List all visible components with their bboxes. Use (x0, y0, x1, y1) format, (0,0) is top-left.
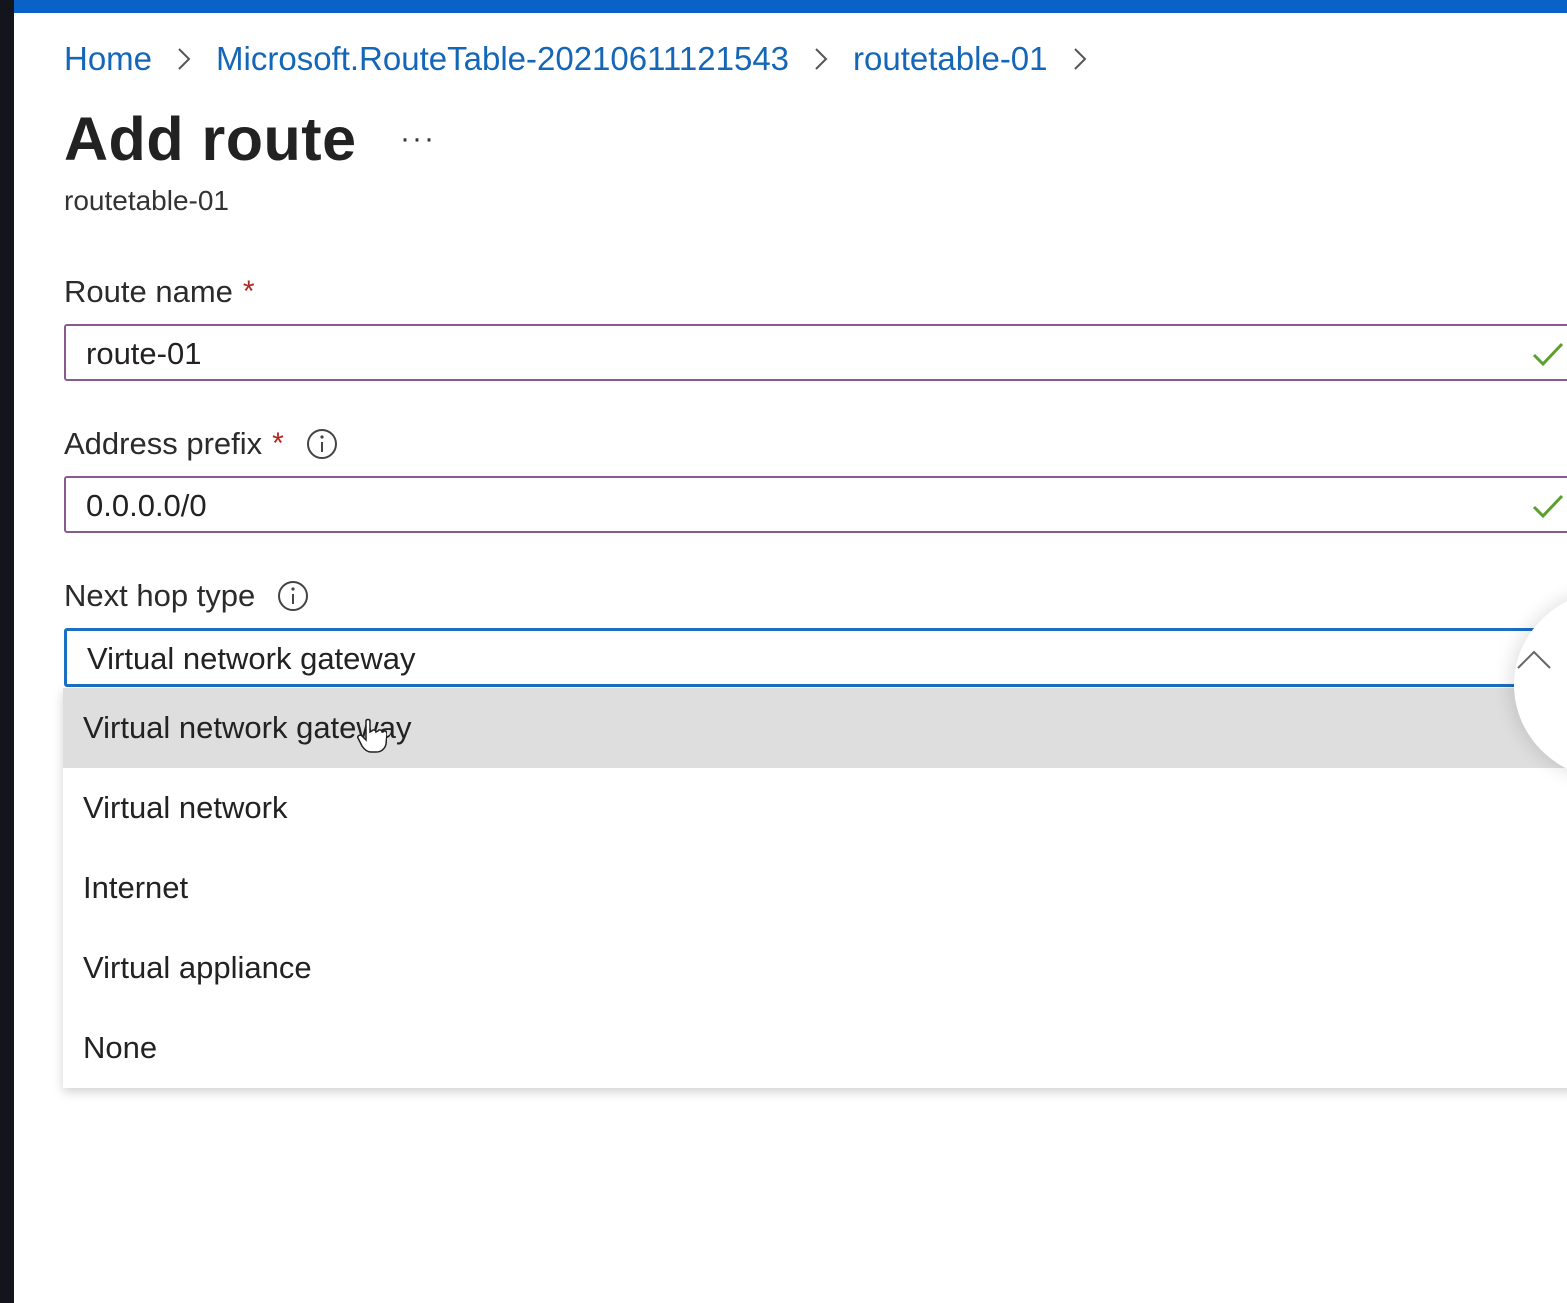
info-icon[interactable] (277, 580, 309, 612)
next-hop-type-select[interactable]: Virtual network gateway (64, 628, 1567, 687)
chevron-right-icon (803, 41, 839, 77)
breadcrumb-home[interactable]: Home (64, 40, 152, 78)
route-name-label: Route name * (64, 274, 255, 310)
page-subtitle: routetable-01 (64, 185, 230, 216)
chevron-up-icon[interactable] (1514, 644, 1554, 674)
route-name-label-text: Route name (64, 274, 233, 309)
next-hop-type-selected-value: Virtual network gateway (87, 641, 416, 676)
address-prefix-label: Address prefix * (64, 426, 338, 462)
address-prefix-label-text: Address prefix (64, 426, 263, 461)
left-window-edge (0, 0, 14, 1303)
required-mark: * (272, 427, 284, 460)
chevron-right-icon (166, 41, 202, 77)
portal-top-bar (14, 0, 1567, 13)
address-prefix-input[interactable]: 0.0.0.0/0 (64, 476, 1567, 533)
address-prefix-value: 0.0.0.0/0 (86, 488, 207, 523)
info-icon[interactable] (306, 428, 338, 460)
required-mark: * (242, 275, 255, 308)
next-hop-type-label: Next hop type (64, 578, 309, 614)
breadcrumb-resource-group[interactable]: Microsoft.RouteTable-20210611121543 (216, 40, 789, 78)
option-virtual-network-gateway[interactable]: Virtual network gateway (63, 688, 1567, 768)
option-none[interactable]: None (63, 1008, 1567, 1088)
route-name-input[interactable]: route-01 (64, 324, 1567, 381)
page-title: Add route (64, 105, 357, 173)
check-icon (1532, 342, 1564, 367)
breadcrumb-route-table[interactable]: routetable-01 (853, 40, 1047, 78)
option-virtual-appliance[interactable]: Virtual appliance (63, 928, 1567, 1008)
check-icon (1532, 494, 1564, 519)
option-virtual-network[interactable]: Virtual network (63, 768, 1567, 848)
next-hop-type-options-list: Virtual network gateway Virtual network … (63, 688, 1567, 1088)
more-options-button[interactable]: ··· (400, 122, 436, 156)
chevron-right-icon (1062, 41, 1098, 77)
hand-cursor-icon (357, 718, 387, 753)
next-hop-type-label-text: Next hop type (64, 578, 256, 613)
route-name-value: route-01 (86, 336, 202, 371)
add-route-panel: Home Microsoft.RouteTable-20210611121543… (14, 0, 1567, 1303)
option-internet[interactable]: Internet (63, 848, 1567, 928)
breadcrumb: Home Microsoft.RouteTable-20210611121543… (64, 40, 1112, 78)
